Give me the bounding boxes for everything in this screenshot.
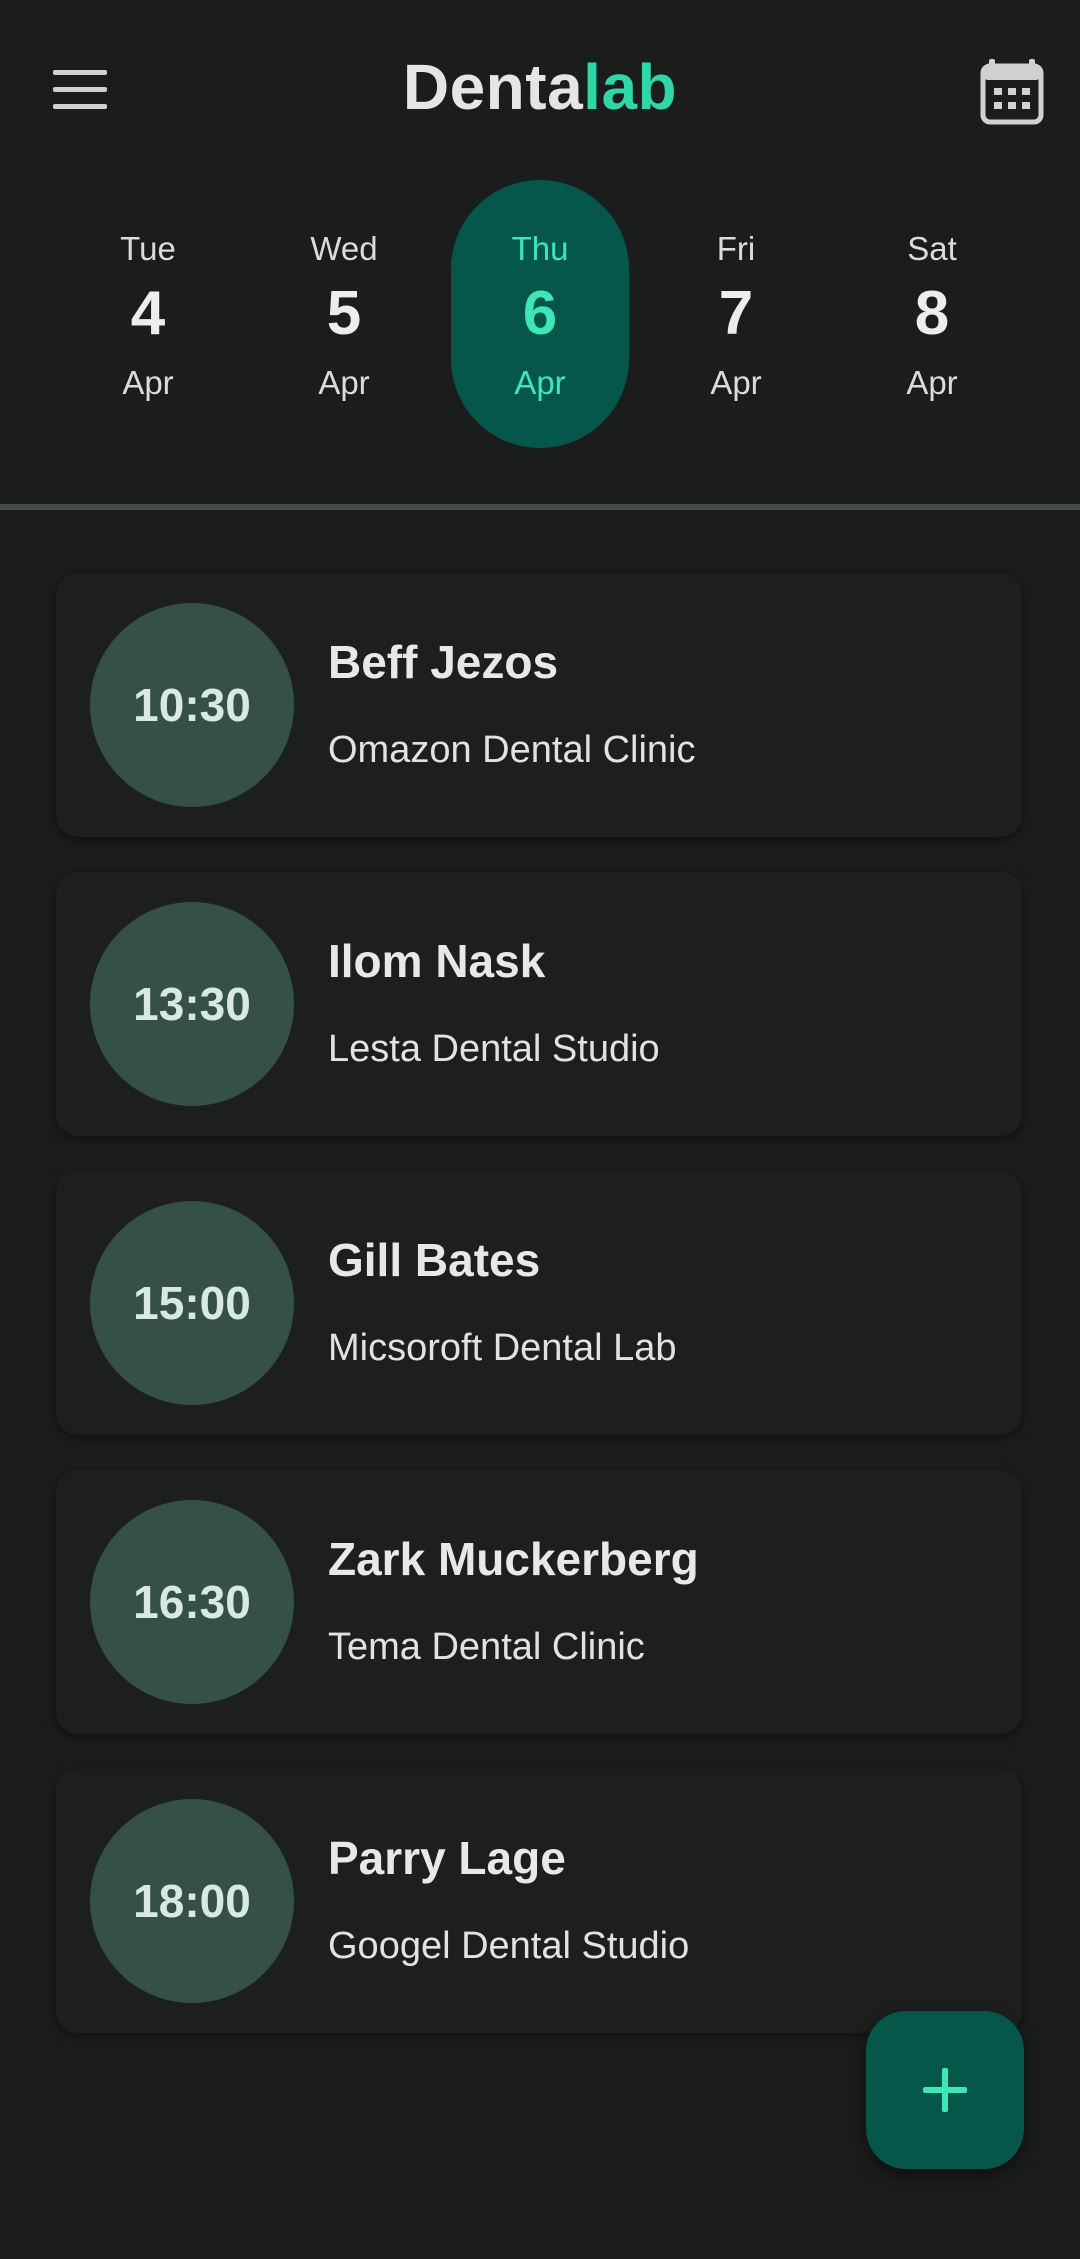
clinic-name: Tema Dental Clinic	[328, 1626, 645, 1668]
day-month: Apr	[906, 364, 958, 401]
clinic-name: Micsoroft Dental Lab	[328, 1327, 677, 1369]
day-number: 7	[718, 279, 754, 348]
header-divider	[0, 504, 1080, 510]
calendar-button[interactable]	[976, 56, 1048, 128]
day-sat-8[interactable]: Sat 8 Apr	[843, 180, 1021, 448]
day-month: Apr	[318, 364, 370, 401]
appointment-card[interactable]: 16:30 Zark Muckerberg Tema Dental Clinic	[56, 1470, 1022, 1734]
day-fri-7[interactable]: Fri 7 Apr	[647, 180, 825, 448]
day-of-week: Sat	[907, 230, 957, 267]
appointment-time: 15:00	[90, 1201, 294, 1405]
clinic-name: Googel Dental Studio	[328, 1925, 690, 1967]
day-of-week: Wed	[310, 230, 378, 267]
day-of-week: Thu	[511, 230, 569, 267]
add-appointment-button[interactable]	[866, 2011, 1024, 2169]
appointment-time: 10:30	[90, 603, 294, 807]
calendar-icon	[980, 59, 1044, 125]
plus-icon	[923, 2068, 967, 2112]
patient-name: Beff Jezos	[328, 636, 559, 688]
appointment-time: 13:30	[90, 902, 294, 1106]
day-number: 8	[914, 279, 950, 348]
day-number: 5	[326, 279, 362, 348]
patient-name: Parry Lage	[328, 1832, 566, 1884]
day-number: 6	[522, 279, 558, 348]
patient-name: Ilom Nask	[328, 935, 546, 987]
day-number: 4	[130, 279, 166, 348]
day-month: Apr	[122, 364, 174, 401]
patient-name: Zark Muckerberg	[328, 1533, 699, 1585]
clinic-name: Omazon Dental Clinic	[328, 729, 696, 771]
day-tue-4[interactable]: Tue 4 Apr	[59, 180, 237, 448]
date-selector: Tue 4 Apr Wed 5 Apr Thu 6 Apr Fri 7 Apr …	[0, 180, 1080, 448]
day-month: Apr	[710, 364, 762, 401]
top-app-bar: Dentalab	[0, 0, 1080, 180]
day-month: Apr	[514, 364, 566, 401]
appointment-time: 18:00	[90, 1799, 294, 2003]
clinic-name: Lesta Dental Studio	[328, 1028, 660, 1070]
patient-name: Gill Bates	[328, 1234, 541, 1286]
app-title: Dentalab	[0, 50, 1080, 124]
day-thu-6-selected[interactable]: Thu 6 Apr	[451, 180, 629, 448]
app-title-part2: lab	[583, 51, 678, 123]
app-title-part1: Denta	[402, 51, 584, 123]
day-of-week: Tue	[120, 230, 176, 267]
appointment-card[interactable]: 18:00 Parry Lage Googel Dental Studio	[56, 1769, 1022, 2033]
day-wed-5[interactable]: Wed 5 Apr	[255, 180, 433, 448]
appointment-card[interactable]: 15:00 Gill Bates Micsoroft Dental Lab	[56, 1171, 1022, 1435]
day-of-week: Fri	[716, 230, 756, 267]
appointment-time: 16:30	[90, 1500, 294, 1704]
appointment-card[interactable]: 10:30 Beff Jezos Omazon Dental Clinic	[56, 573, 1022, 837]
appointment-card[interactable]: 13:30 Ilom Nask Lesta Dental Studio	[56, 872, 1022, 1136]
